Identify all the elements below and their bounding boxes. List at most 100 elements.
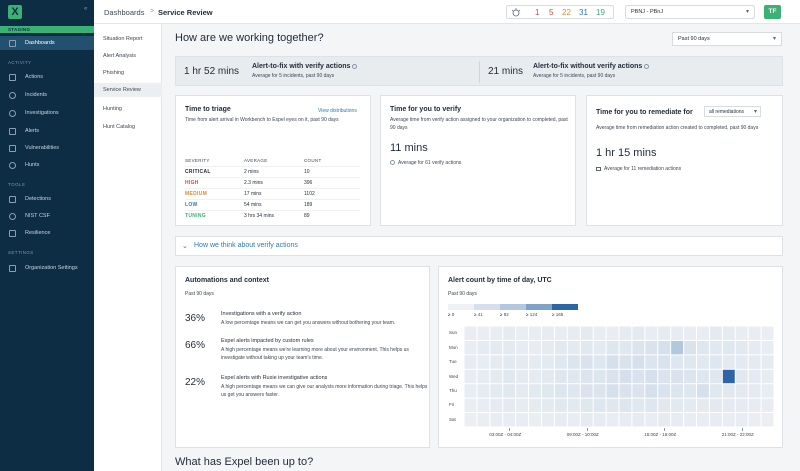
heatmap-cell[interactable] [645, 413, 658, 427]
heatmap-cell[interactable] [542, 355, 554, 369]
heatmap-cell[interactable] [658, 326, 671, 340]
heatmap-cell[interactable] [490, 355, 503, 369]
subnav-hunting[interactable]: Hunting [94, 102, 162, 116]
nav-item-vulnerabilities[interactable]: Vulnerabilities [0, 141, 94, 155]
heatmap-cell[interactable] [709, 326, 722, 340]
heatmap-cell[interactable] [477, 326, 490, 340]
heatmap-cell[interactable] [761, 413, 774, 427]
heatmap-cell[interactable] [464, 398, 477, 413]
heatmap-cell[interactable] [606, 384, 619, 398]
heatmap-cell[interactable] [464, 340, 477, 355]
user-avatar[interactable]: TF [764, 5, 781, 19]
heatmap-cell[interactable] [554, 340, 567, 355]
heatmap-cell[interactable] [554, 355, 567, 369]
heatmap-cell[interactable] [761, 340, 774, 355]
heatmap-cell[interactable] [684, 369, 696, 384]
heatmap-cell[interactable] [632, 398, 645, 413]
heatmap-cell[interactable] [697, 355, 709, 369]
heatmap-cell[interactable] [735, 413, 748, 427]
heatmap-cell[interactable] [529, 326, 541, 340]
info-icon[interactable] [352, 63, 358, 69]
heatmap-cell[interactable] [593, 326, 606, 340]
heatmap-cell[interactable] [761, 398, 774, 413]
heatmap-cell[interactable] [684, 340, 696, 355]
heatmap-cell[interactable] [593, 398, 606, 413]
heatmap-cell[interactable] [477, 384, 490, 398]
heatmap-cell[interactable] [722, 369, 735, 384]
heatmap-cell[interactable] [645, 340, 658, 355]
info-icon[interactable] [644, 63, 650, 69]
heatmap-cell[interactable] [684, 413, 696, 427]
heatmap-cell[interactable] [490, 340, 503, 355]
heatmap-cell[interactable] [619, 384, 632, 398]
nav-item-investigations[interactable]: Investigations [0, 106, 94, 120]
nav-item-actions[interactable]: Actions [0, 70, 94, 84]
heatmap-cell[interactable] [503, 355, 516, 369]
subnav-hunt-catalog[interactable]: Hunt Catalog [94, 120, 162, 134]
heatmap-cell[interactable] [464, 384, 477, 398]
heatmap-cell[interactable] [735, 326, 748, 340]
heatmap-cell[interactable] [567, 398, 580, 413]
heatmap-cell[interactable] [645, 398, 658, 413]
heatmap-cell[interactable] [580, 355, 593, 369]
heatmap-cell[interactable] [477, 413, 490, 427]
nav-item-incidents[interactable]: Incidents [0, 88, 94, 102]
heatmap-cell[interactable] [658, 369, 671, 384]
heatmap-cell[interactable] [490, 369, 503, 384]
heatmap-cell[interactable] [554, 413, 567, 427]
heatmap-cell[interactable] [671, 413, 684, 427]
subnav-alert-analysis[interactable]: Alert Analysis [94, 49, 162, 63]
heatmap-cell[interactable] [554, 326, 567, 340]
heatmap-cell[interactable] [606, 340, 619, 355]
heatmap-cell[interactable] [580, 384, 593, 398]
heatmap-cell[interactable] [542, 340, 554, 355]
count-critical[interactable]: 1 [535, 8, 539, 17]
breadcrumb-dashboards[interactable]: Dashboards [104, 8, 144, 17]
heatmap-cell[interactable] [477, 340, 490, 355]
heatmap-cell[interactable] [684, 326, 696, 340]
heatmap-cell[interactable] [722, 398, 735, 413]
heatmap-cell[interactable] [709, 413, 722, 427]
heatmap-cell[interactable] [503, 340, 516, 355]
heatmap-cell[interactable] [593, 413, 606, 427]
subnav-phishing[interactable]: Phishing [94, 66, 162, 80]
heatmap-cell[interactable] [645, 326, 658, 340]
count-high[interactable]: 5 [549, 8, 553, 17]
nav-item-detections[interactable]: Detections [0, 192, 94, 206]
heatmap-cell[interactable] [735, 384, 748, 398]
heatmap-cell[interactable] [503, 398, 516, 413]
heatmap-cell[interactable] [645, 369, 658, 384]
nav-item-organization-settings[interactable]: Organization Settings [0, 261, 94, 275]
count-tuning[interactable]: 19 [596, 8, 605, 17]
count-low[interactable]: 31 [579, 8, 588, 17]
heatmap-cell[interactable] [529, 398, 541, 413]
heatmap-cell[interactable] [735, 340, 748, 355]
heatmap-cell[interactable] [490, 398, 503, 413]
heatmap-cell[interactable] [542, 398, 554, 413]
heatmap-cell[interactable] [632, 413, 645, 427]
heatmap-cell[interactable] [580, 326, 593, 340]
heatmap-cell[interactable] [761, 326, 774, 340]
heatmap-cell[interactable] [516, 326, 529, 340]
heatmap-cell[interactable] [477, 355, 490, 369]
heatmap-cell[interactable] [542, 384, 554, 398]
heatmap-cell[interactable] [490, 384, 503, 398]
heatmap-cell[interactable] [567, 384, 580, 398]
heatmap-cell[interactable] [761, 369, 774, 384]
heatmap-cell[interactable] [542, 326, 554, 340]
heatmap-cell[interactable] [632, 384, 645, 398]
heatmap-cell[interactable] [619, 398, 632, 413]
heatmap-cell[interactable] [554, 398, 567, 413]
heatmap-cell[interactable] [697, 398, 709, 413]
heatmap-cell[interactable] [709, 384, 722, 398]
heatmap-cell[interactable] [722, 384, 735, 398]
heatmap-cell[interactable] [529, 369, 541, 384]
heatmap-cell[interactable] [593, 384, 606, 398]
heatmap-cell[interactable] [516, 413, 529, 427]
heatmap-cell[interactable] [606, 413, 619, 427]
expel-logo[interactable]: X [8, 5, 22, 19]
heatmap-cell[interactable] [580, 340, 593, 355]
heatmap-cell[interactable] [658, 398, 671, 413]
heatmap-cell[interactable] [554, 369, 567, 384]
heatmap-cell[interactable] [529, 413, 541, 427]
